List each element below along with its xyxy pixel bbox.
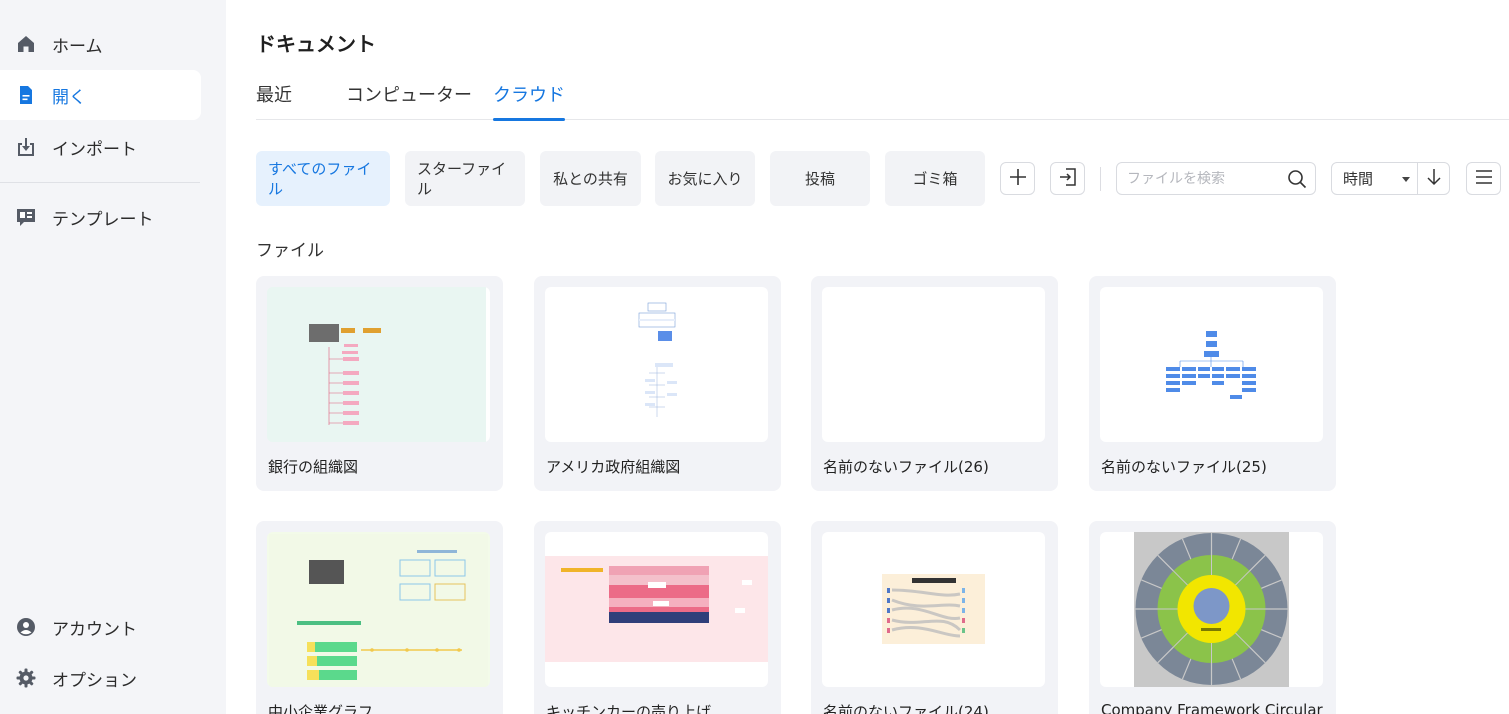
section-label: ファイル [256, 241, 324, 261]
sidebar-item-open[interactable]: 開く [0, 70, 201, 120]
sidebar-item-options[interactable]: オプション [0, 653, 201, 703]
tab-cloud[interactable]: クラウド [493, 82, 565, 121]
file-card[interactable]: キッチンカーの売り上げ [534, 521, 781, 714]
file-card[interactable]: 名前のないファイル(25) [1089, 276, 1336, 491]
search-icon[interactable] [1287, 169, 1307, 193]
sort-select[interactable]: 時間 [1331, 162, 1418, 195]
account-icon [16, 617, 36, 637]
file-name: 銀行の組織図 [268, 458, 359, 476]
file-name: アメリカ政府組織図 [546, 458, 681, 476]
main-panel: ドキュメント 最近 コンピューター クラウド すべてのファイル スターファイル … [226, 0, 1509, 714]
sidebar-item-home[interactable]: ホーム [0, 19, 201, 69]
filter-shared-with-me[interactable]: 私との共有 [540, 151, 641, 206]
file-thumbnail [267, 287, 490, 442]
file-thumbnail [1100, 287, 1323, 442]
file-name: 名前のないファイル(24) [823, 703, 989, 714]
sidebar-item-label: 開く [52, 87, 86, 108]
file-name: 名前のないファイル(26) [823, 458, 989, 476]
sidebar-item-account[interactable]: アカウント [0, 602, 201, 652]
home-icon [16, 34, 36, 54]
template-icon [16, 207, 36, 227]
sidebar-item-label: アカウント [52, 619, 137, 640]
file-card[interactable]: アメリカ政府組織図 [534, 276, 781, 491]
login-icon [1058, 167, 1078, 191]
location-tabs: 最近 コンピューター クラウド [256, 82, 1509, 121]
file-name: キッチンカーの売り上げ [546, 703, 712, 714]
file-card[interactable]: 中小企業グラフ [256, 521, 503, 714]
import-icon [16, 137, 36, 157]
sidebar-item-label: インポート [52, 139, 137, 160]
file-card[interactable]: 銀行の組織図 [256, 276, 503, 491]
sidebar-item-label: テンプレート [52, 209, 154, 230]
arrow-down-icon [1426, 168, 1442, 190]
filter-favorites[interactable]: お気に入り [655, 151, 755, 206]
plus-icon [1009, 168, 1027, 190]
view-toggle-button[interactable] [1466, 162, 1501, 195]
file-name: 中小企業グラフ [268, 703, 374, 714]
file-thumbnail [267, 532, 490, 687]
search-input[interactable] [1127, 170, 1277, 187]
caret-down-icon [1402, 177, 1410, 182]
gear-icon [16, 668, 36, 688]
file-name: Company Framework Circular [1101, 701, 1323, 714]
sort-select-value: 時間 [1343, 170, 1374, 188]
file-card[interactable]: 名前のないファイル(26) [811, 276, 1058, 491]
filter-posts[interactable]: 投稿 [770, 151, 870, 206]
sort-direction-button[interactable] [1417, 162, 1450, 195]
file-thumbnail [822, 287, 1045, 442]
file-thumbnail [822, 532, 1045, 687]
filter-all-files[interactable]: すべてのファイル [256, 151, 390, 206]
app-window: ホーム 開く インポート テンプレート アカウント オプション ドキュメント 最… [0, 0, 1509, 714]
sidebar-item-label: ホーム [52, 36, 103, 57]
sidebar-item-import[interactable]: インポート [0, 122, 201, 172]
file-thumbnail [545, 287, 768, 442]
import-file-button[interactable] [1050, 162, 1085, 195]
tab-recent[interactable]: 最近 [256, 82, 292, 120]
file-name: 名前のないファイル(25) [1101, 458, 1267, 476]
file-card[interactable]: 名前のないファイル(24) [811, 521, 1058, 714]
file-thumbnail [1100, 532, 1323, 687]
new-file-button[interactable] [1000, 162, 1035, 195]
sidebar-divider [0, 182, 200, 183]
tab-computer[interactable]: コンピューター [346, 82, 472, 120]
search-box[interactable] [1116, 162, 1316, 195]
document-icon [16, 85, 36, 105]
filter-starred[interactable]: スターファイル [405, 151, 525, 206]
list-icon [1475, 169, 1493, 189]
toolbar-separator [1100, 167, 1101, 191]
file-thumbnail [545, 532, 768, 687]
page-title: ドキュメント [256, 32, 376, 56]
sidebar-item-templates[interactable]: テンプレート [0, 192, 201, 242]
filter-trash[interactable]: ゴミ箱 [885, 151, 985, 206]
file-card[interactable]: Company Framework Circular [1089, 521, 1336, 714]
sidebar-item-label: オプション [52, 670, 137, 691]
sidebar: ホーム 開く インポート テンプレート アカウント オプション [0, 0, 226, 714]
